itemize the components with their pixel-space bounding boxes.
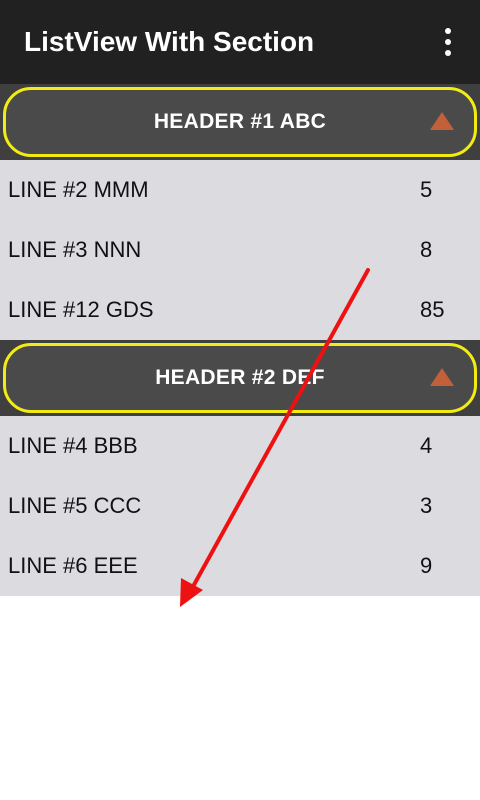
app-bar: ListView With Section: [0, 0, 480, 84]
section-header-container: HEADER #1 ABC: [0, 84, 480, 160]
list-item[interactable]: LINE #2 MMM 5: [0, 160, 480, 220]
collapse-triangle-icon[interactable]: [430, 368, 454, 386]
menu-dot: [445, 50, 451, 56]
list-item[interactable]: LINE #6 EEE 9: [0, 536, 480, 596]
list-item-label: LINE #3 NNN: [8, 237, 142, 262]
section-list: HEADER #1 ABC LINE #2 MMM 5 LINE #3 NNN …: [0, 84, 480, 596]
section-header-2[interactable]: HEADER #2 DEF: [3, 343, 477, 413]
list-item-label: LINE #6 EEE: [8, 553, 138, 578]
list-item-value: 4: [420, 433, 433, 458]
list-item[interactable]: LINE #3 NNN 8: [0, 220, 480, 280]
section-header-1[interactable]: HEADER #1 ABC: [3, 87, 477, 157]
list-item-value: 5: [420, 177, 433, 202]
list-item[interactable]: LINE #4 BBB 4: [0, 416, 480, 476]
list-item-label: LINE #12 GDS: [8, 297, 154, 322]
list-item-value: 9: [420, 553, 433, 578]
app-title: ListView With Section: [24, 26, 315, 57]
menu-dot: [445, 28, 451, 34]
list-item-label: LINE #4 BBB: [8, 433, 138, 458]
list-item-value: 8: [420, 237, 433, 262]
list-item[interactable]: LINE #5 CCC 3: [0, 476, 480, 536]
section-header-label: HEADER #1 ABC: [153, 110, 327, 133]
collapse-triangle-icon[interactable]: [430, 112, 454, 130]
app-screen: ListView With Section HEADER #1 ABC LINE…: [0, 0, 480, 800]
list-item-label: LINE #2 MMM: [8, 177, 149, 202]
section-header-container: HEADER #2 DEF: [0, 340, 480, 416]
menu-dot: [445, 39, 451, 45]
list-item-value: 3: [420, 493, 433, 518]
list-item-value: 85: [420, 297, 445, 322]
list-item[interactable]: LINE #12 GDS 85: [0, 280, 480, 340]
section-header-label: HEADER #2 DEF: [155, 366, 325, 389]
list-item-label: LINE #5 CCC: [8, 493, 142, 518]
more-vert-icon[interactable]: [430, 18, 466, 66]
